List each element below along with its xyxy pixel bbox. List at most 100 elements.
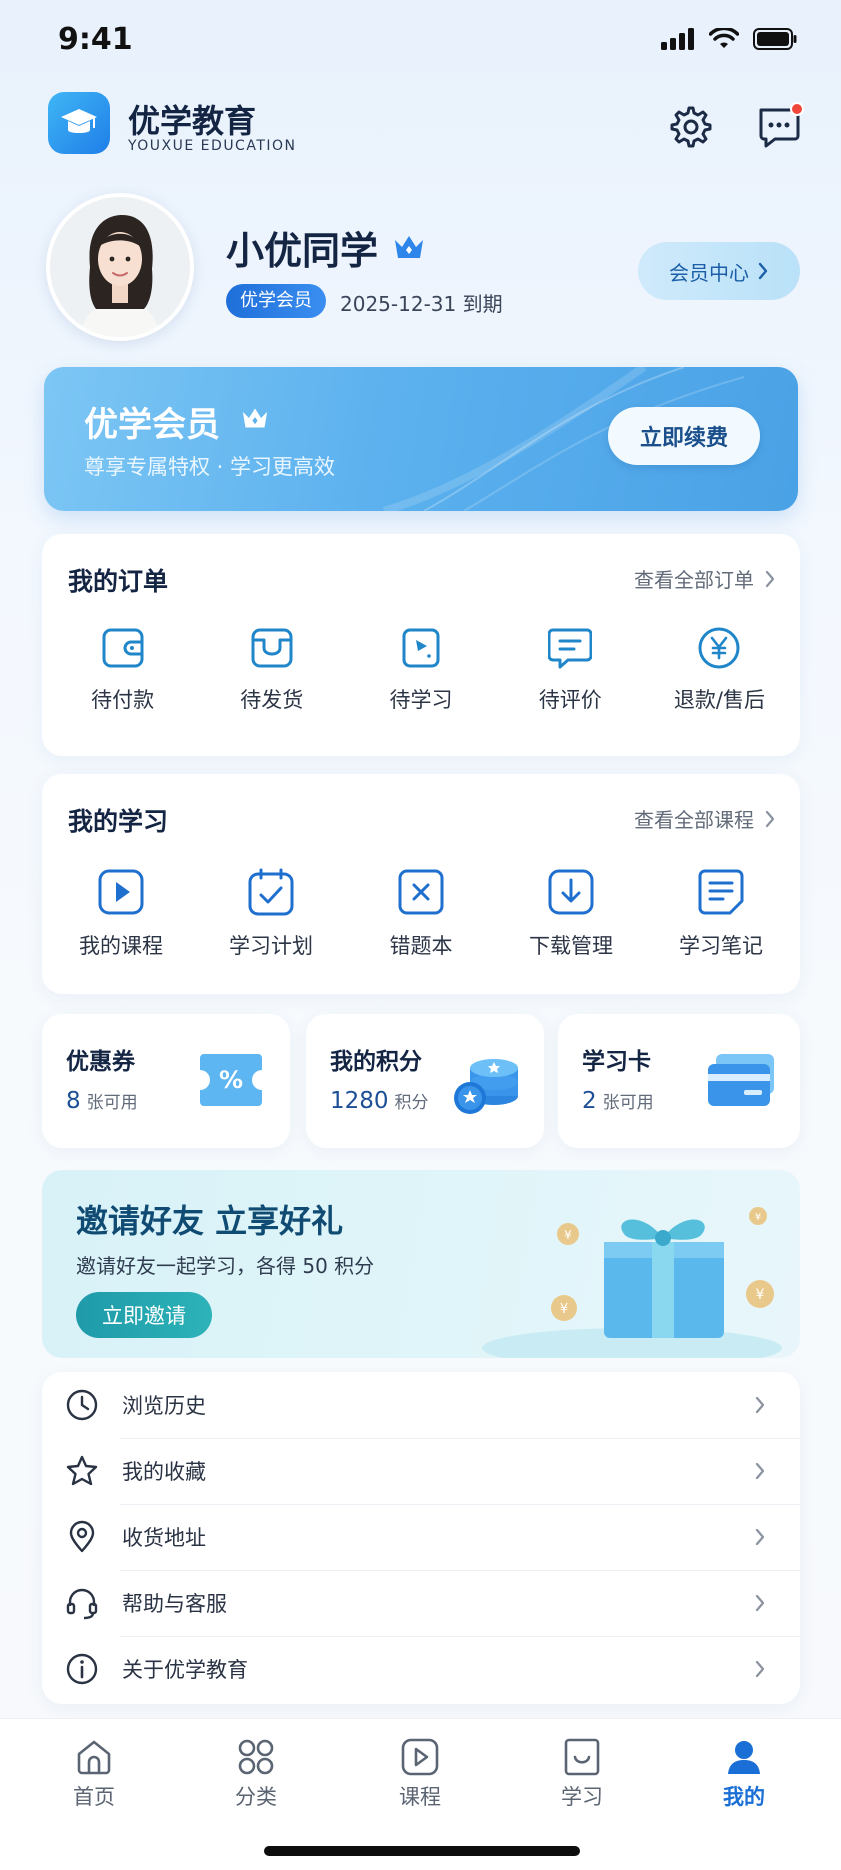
study-item-label: 学习笔记: [679, 934, 763, 958]
menu-shipping-address[interactable]: 收货地址: [42, 1504, 800, 1570]
coupon-title: 优惠券: [66, 1049, 135, 1075]
tab-study[interactable]: 学习: [532, 1737, 632, 1811]
comment-icon: [548, 628, 593, 669]
coins-icon: [454, 1059, 518, 1114]
order-item-label: 待付款: [91, 688, 155, 712]
renew-button[interactable]: 立即续费: [608, 407, 760, 465]
gear-icon: [670, 106, 712, 148]
tab-category[interactable]: 分类: [206, 1737, 306, 1811]
study-card-card[interactable]: 学习卡 2 张可用: [558, 1014, 800, 1148]
order-pending-study[interactable]: 待学习: [346, 626, 495, 714]
brand-subtitle: YOUXUE EDUCATION: [128, 138, 297, 154]
coupon-card[interactable]: 优惠券 8 张可用 %: [42, 1014, 290, 1148]
category-icon: [238, 1739, 274, 1775]
invite-desc: 邀请好友一起学习，各得 50 积分: [76, 1254, 375, 1278]
crown-icon: [395, 236, 423, 258]
chevron-right-icon: [765, 810, 775, 827]
signal-icon: [661, 28, 694, 50]
gift-illustration: ¥ ¥ ¥ ¥: [482, 1207, 782, 1358]
orders-card: 我的订单 查看全部订单 待付款 待发货 待学习 待评价 退款/售后: [42, 534, 800, 756]
orders-icon-row: 待付款 待发货 待学习 待评价 退款/售后: [48, 626, 794, 714]
orders-title: 我的订单: [68, 567, 169, 596]
svg-text:¥: ¥: [564, 1228, 572, 1242]
menu-label: 帮助与客服: [122, 1592, 227, 1616]
chevron-right-icon: [755, 1594, 765, 1612]
study-card-value: 2: [582, 1088, 597, 1114]
menu-label: 关于优学教育: [122, 1658, 248, 1682]
chevron-right-icon: [758, 262, 768, 280]
wallet-icon: [102, 628, 144, 668]
package-icon: [251, 628, 293, 668]
refund-icon: [698, 627, 740, 669]
card-icon: [708, 1054, 774, 1106]
star-icon: [64, 1453, 100, 1489]
order-item-label: 待发货: [240, 688, 304, 712]
vip-badge: 优学会员: [226, 284, 326, 318]
headset-icon: [64, 1585, 100, 1621]
messages-button[interactable]: [752, 100, 806, 154]
menu-favorites[interactable]: 我的收藏: [42, 1438, 800, 1504]
wrong-book-icon: [398, 869, 444, 915]
tab-label: 首页: [73, 1785, 115, 1809]
download-icon: [548, 869, 594, 915]
play-icon: [98, 869, 144, 915]
home-icon: [77, 1740, 111, 1775]
points-value: 1280: [330, 1088, 389, 1114]
study-notes[interactable]: 学习笔记: [646, 868, 796, 960]
settings-menu: 浏览历史 我的收藏 收货地址 帮助与客服 关于优学教育: [42, 1372, 800, 1704]
invite-banner[interactable]: 邀请好友 立享好礼 邀请好友一起学习，各得 50 积分 立即邀请 ¥ ¥ ¥ ¥: [42, 1170, 800, 1358]
location-icon: [64, 1519, 100, 1555]
member-center-button[interactable]: 会员中心: [638, 242, 800, 300]
view-all-orders-label: 查看全部订单: [634, 568, 754, 592]
tab-home[interactable]: 首页: [44, 1737, 144, 1811]
tab-label: 课程: [399, 1785, 441, 1809]
study-wrong-questions[interactable]: 错题本: [346, 868, 496, 960]
order-pending-payment[interactable]: 待付款: [48, 626, 197, 714]
menu-about[interactable]: 关于优学教育: [42, 1636, 800, 1702]
svg-text:¥: ¥: [756, 1287, 765, 1303]
svg-text:¥: ¥: [755, 1212, 761, 1223]
order-refund-aftersale[interactable]: 退款/售后: [645, 626, 794, 714]
view-all-courses-link[interactable]: 查看全部课程: [634, 804, 776, 833]
tab-profile[interactable]: 我的: [694, 1737, 794, 1811]
points-card[interactable]: 我的积分 1280 积分: [306, 1014, 544, 1148]
vip-banner-desc: 尊享专属特权 · 学习更高效: [84, 455, 336, 479]
status-time: 9:41: [58, 22, 133, 57]
order-item-label: 待评价: [538, 688, 602, 712]
order-item-label: 退款/售后: [673, 688, 765, 712]
brand-name: 优学教育: [128, 102, 257, 140]
order-pending-review[interactable]: 待评价: [496, 626, 645, 714]
avatar[interactable]: [46, 193, 194, 341]
info-icon: [64, 1651, 100, 1687]
svg-text:%: %: [219, 1066, 243, 1094]
order-pending-shipment[interactable]: 待发货: [197, 626, 346, 714]
tab-courses[interactable]: 课程: [370, 1737, 470, 1811]
status-bar: 9:41: [0, 0, 841, 84]
menu-help-support[interactable]: 帮助与客服: [42, 1570, 800, 1636]
menu-label: 收货地址: [122, 1526, 206, 1550]
coupon-count-value: 8: [66, 1088, 81, 1114]
invite-title: 邀请好友 立享好礼: [76, 1202, 344, 1240]
tab-label: 我的: [723, 1785, 765, 1809]
battery-icon: [753, 28, 797, 50]
settings-button[interactable]: [664, 100, 718, 154]
study-plan[interactable]: 学习计划: [196, 868, 346, 960]
chevron-right-icon: [755, 1660, 765, 1678]
graduation-cap-icon: [61, 109, 97, 133]
wifi-icon: [709, 28, 739, 48]
coupon-icon: %: [200, 1054, 262, 1106]
vip-expire-date: 2025-12-31 到期: [340, 292, 503, 316]
study-card: 我的学习 查看全部课程 我的课程 学习计划 错题本 下载管理 学习笔记: [42, 774, 800, 994]
member-center-label: 会员中心: [669, 260, 749, 285]
status-icons: [661, 28, 797, 50]
menu-label: 浏览历史: [122, 1394, 206, 1418]
points-count: 1280 积分: [330, 1088, 429, 1114]
invite-button[interactable]: 立即邀请: [76, 1292, 212, 1338]
study-title: 我的学习: [68, 807, 169, 836]
menu-browse-history[interactable]: 浏览历史: [42, 1372, 800, 1438]
study-my-courses[interactable]: 我的课程: [46, 868, 196, 960]
points-title: 我的积分: [330, 1049, 422, 1075]
coupon-count-unit: 张可用: [86, 1093, 138, 1113]
study-downloads[interactable]: 下载管理: [496, 868, 646, 960]
view-all-orders-link[interactable]: 查看全部订单: [634, 564, 776, 593]
